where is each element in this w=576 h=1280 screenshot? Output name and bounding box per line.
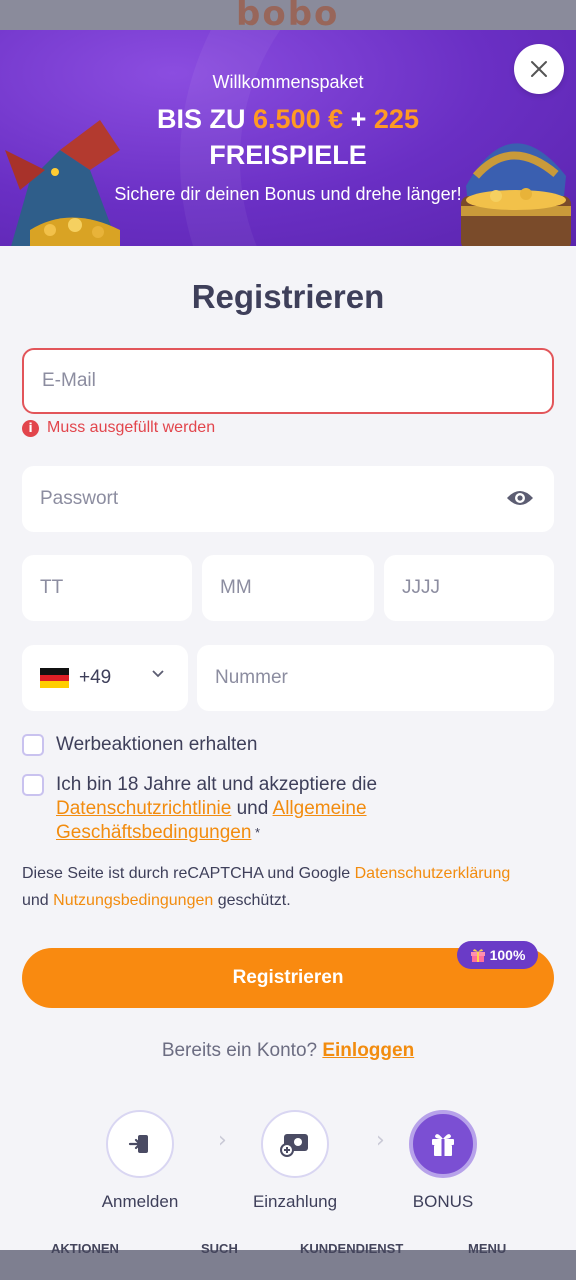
eye-icon[interactable] xyxy=(506,488,534,508)
google-privacy-link[interactable]: Datenschutzerklärung xyxy=(355,865,511,882)
bonus-badge-text: 100% xyxy=(489,947,526,963)
email-field[interactable] xyxy=(24,370,552,392)
welcome-banner: Willkommenspaket BIS ZU 6.500 € + 225 FR… xyxy=(0,30,576,246)
step-circle xyxy=(261,1110,329,1178)
banner-headline-2: FREISPIELE xyxy=(209,140,367,170)
birth-day-field[interactable] xyxy=(22,577,192,599)
headline-spins: 225 xyxy=(373,104,419,134)
recaptcha-notice: Diese Seite ist durch reCAPTCHA und Goog… xyxy=(22,860,562,914)
gtc-link-continued[interactable]: Geschäftsbedingungen xyxy=(56,822,251,843)
step-bonus: BONUS xyxy=(373,1110,513,1212)
login-icon xyxy=(128,1135,148,1153)
promo-label: Werbeaktionen erhalten xyxy=(56,734,258,755)
banner-headline: BIS ZU 6.500 € + 225 xyxy=(0,104,576,135)
birth-year-wrapper xyxy=(384,555,554,621)
step-label: Einzahlung xyxy=(252,1192,338,1211)
form-title: Registrieren xyxy=(191,278,385,315)
registration-modal: Willkommenspaket BIS ZU 6.500 € + 225 FR… xyxy=(0,30,576,1250)
birth-month-field[interactable] xyxy=(202,577,374,599)
gift-icon xyxy=(470,949,485,962)
phone-number-field[interactable] xyxy=(197,667,554,689)
step-label: BONUS xyxy=(412,1192,474,1211)
step-deposit: Einzahlung xyxy=(225,1110,365,1212)
gtc-link[interactable]: Allgemeine xyxy=(273,798,367,819)
germany-flag-icon xyxy=(40,668,69,689)
login-prompt: Bereits ein Konto? Einloggen xyxy=(0,1040,576,1062)
close-button[interactable] xyxy=(514,44,564,94)
google-terms-link[interactable]: Nutzungsbedingungen xyxy=(53,892,213,909)
email-error-text: Muss ausgefüllt werden xyxy=(47,419,216,436)
promo-checkbox[interactable] xyxy=(22,734,44,756)
recaptcha-text-2: und xyxy=(22,892,54,909)
brand-logo: bobo xyxy=(236,0,340,34)
terms-consent-row: Ich bin 18 Jahre alt und akzeptiere die … xyxy=(22,773,442,845)
headline-amount: 6.500 € xyxy=(253,104,344,134)
nav-promotions: AKTIONEN xyxy=(51,1241,119,1256)
recaptcha-text-1: Diese Seite ist durch reCAPTCHA und Goog… xyxy=(22,865,355,882)
nav-support: KUNDENDIENST xyxy=(300,1241,404,1256)
error-icon: i xyxy=(22,419,39,437)
bonus-badge: 100% xyxy=(457,941,538,969)
banner-kicker: Willkommenspaket xyxy=(212,72,364,92)
privacy-policy-link[interactable]: Datenschutzrichtlinie xyxy=(56,798,231,819)
bottom-navigation: AKTIONEN SUCH KUNDENDIENST MENU xyxy=(0,1241,576,1280)
step-circle xyxy=(106,1110,174,1178)
phone-field-wrapper xyxy=(197,645,554,711)
gift-icon xyxy=(432,1134,454,1156)
password-field[interactable] xyxy=(22,488,554,510)
nav-search: SUCH xyxy=(201,1241,238,1256)
birth-day-wrapper xyxy=(22,555,192,621)
required-mark: * xyxy=(251,825,261,840)
email-field-wrapper xyxy=(22,348,554,414)
terms-checkbox[interactable] xyxy=(22,774,44,796)
birth-month-wrapper xyxy=(202,555,374,621)
country-code-value: +49 xyxy=(79,667,112,688)
login-prompt-text: Bereits ein Konto? xyxy=(161,1040,323,1061)
close-icon xyxy=(531,61,547,77)
birth-year-field[interactable] xyxy=(384,577,554,599)
step-login: Anmelden xyxy=(70,1110,210,1212)
promo-consent-row: Werbeaktionen erhalten xyxy=(22,733,257,757)
headline-plus: + xyxy=(343,104,374,134)
headline-prefix: BIS ZU xyxy=(157,104,254,134)
nav-menu: MENU xyxy=(468,1241,507,1256)
country-code-select[interactable]: +49 xyxy=(22,645,188,711)
password-field-wrapper xyxy=(22,466,554,532)
terms-text: Ich bin 18 Jahre alt und akzeptiere die … xyxy=(56,773,377,845)
terms-prefix: Ich bin 18 Jahre alt und akzeptiere die xyxy=(56,774,378,795)
chevron-down-icon xyxy=(152,670,164,678)
terms-and: und xyxy=(231,798,273,819)
treasure-chest-illustration xyxy=(461,143,571,246)
recaptcha-text-3: geschützt. xyxy=(213,892,291,909)
banner-subtitle: Sichere dir deinen Bonus und drehe länge… xyxy=(114,184,462,204)
step-circle-active xyxy=(409,1110,477,1178)
deposit-icon xyxy=(280,1134,308,1157)
email-error: i Muss ausgefüllt werden xyxy=(22,419,215,437)
background-header: bobo xyxy=(0,0,576,34)
step-label: Anmelden xyxy=(101,1192,179,1211)
login-link[interactable]: Einloggen xyxy=(322,1040,414,1061)
